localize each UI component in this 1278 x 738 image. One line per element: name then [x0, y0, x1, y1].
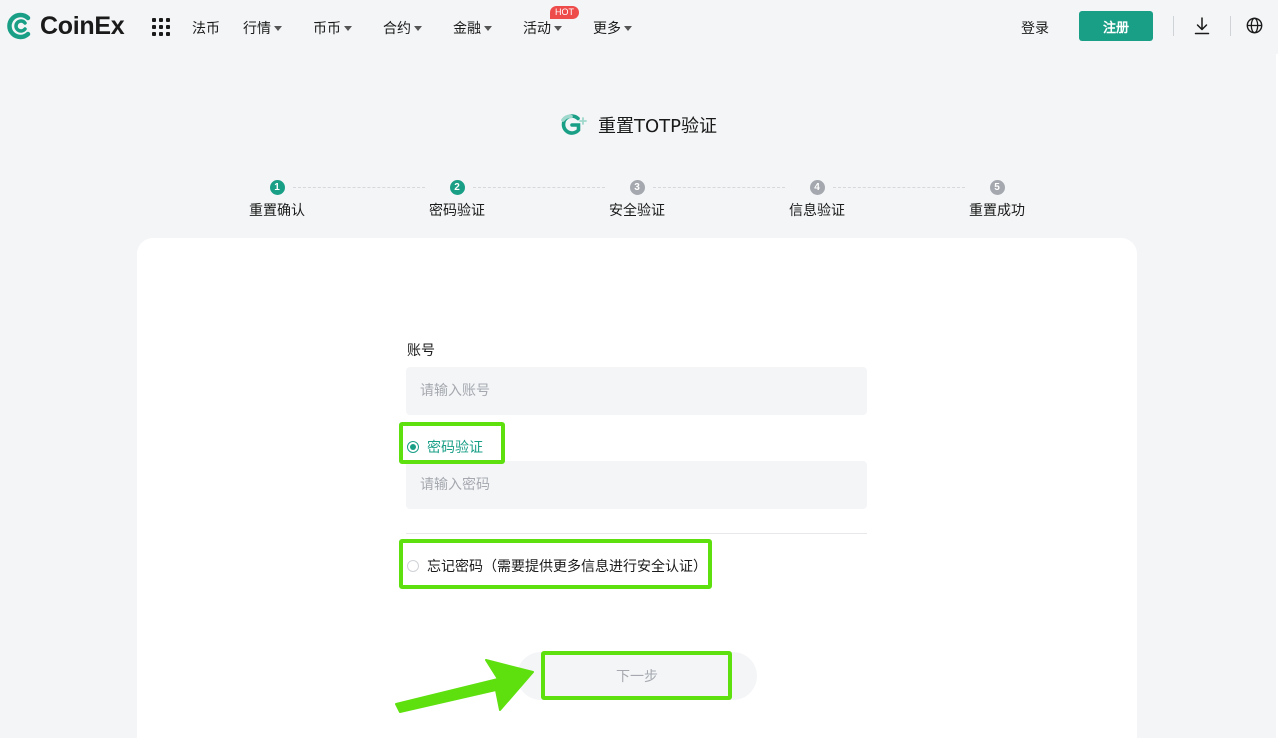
account-input[interactable] [406, 367, 867, 415]
nav-finance[interactable]: 金融 [453, 18, 492, 38]
step-3: 3 安全验证 [592, 180, 682, 220]
step-number: 5 [989, 180, 1005, 195]
coinex-logo[interactable]: CoinEx [6, 11, 125, 41]
annotation-arrow-icon [395, 659, 534, 713]
step-number: 2 [449, 180, 465, 195]
nav-futures[interactable]: 合约 [383, 18, 422, 38]
login-link[interactable]: 登录 [1021, 18, 1049, 38]
download-icon[interactable] [1194, 17, 1210, 35]
caret-down-icon [274, 26, 282, 31]
brand-name: CoinEx [40, 11, 125, 40]
account-label: 账号 [407, 343, 435, 359]
step-number: 1 [269, 180, 285, 195]
step-2: 2 密码验证 [412, 180, 502, 220]
nav-markets[interactable]: 行情 [243, 18, 282, 38]
highlight-box [399, 422, 505, 464]
nav-activities[interactable]: 活动 [523, 18, 562, 38]
step-label: 信息验证 [789, 203, 845, 219]
google-authenticator-icon [561, 114, 587, 135]
caret-down-icon [554, 26, 562, 31]
caret-down-icon [484, 26, 492, 31]
highlight-box [541, 651, 732, 700]
page-heading: 重置TOTP验证 [559, 112, 717, 138]
step-number: 3 [629, 180, 645, 195]
step-label: 安全验证 [609, 203, 665, 219]
page-title: 重置TOTP验证 [598, 116, 718, 137]
divider [406, 533, 867, 534]
top-nav-bar: CoinEx 法币 行情 币币 合约 金融 活动 HOT 更多 登录 注册 [0, 0, 1278, 54]
step-5: 5 重置成功 [952, 180, 1042, 220]
nav-fiat[interactable]: 法币 [192, 18, 220, 38]
globe-icon[interactable] [1246, 17, 1263, 34]
step-1: 1 重置确认 [232, 180, 322, 220]
divider [1173, 16, 1174, 36]
caret-down-icon [624, 26, 632, 31]
nav-more[interactable]: 更多 [593, 18, 632, 38]
hot-badge: HOT [550, 6, 579, 19]
register-button[interactable]: 注册 [1079, 11, 1153, 41]
nav-spot[interactable]: 币币 [313, 18, 352, 38]
apps-grid-icon[interactable] [152, 18, 170, 36]
step-number: 4 [809, 180, 825, 195]
step-label: 重置成功 [969, 203, 1025, 219]
password-input[interactable] [406, 461, 867, 509]
step-label: 重置确认 [249, 203, 305, 219]
highlight-box [399, 539, 712, 589]
caret-down-icon [414, 26, 422, 31]
divider [1230, 16, 1231, 36]
step-4: 4 信息验证 [772, 180, 862, 220]
caret-down-icon [344, 26, 352, 31]
coinex-logo-icon [7, 12, 31, 40]
step-label: 密码验证 [429, 203, 485, 219]
